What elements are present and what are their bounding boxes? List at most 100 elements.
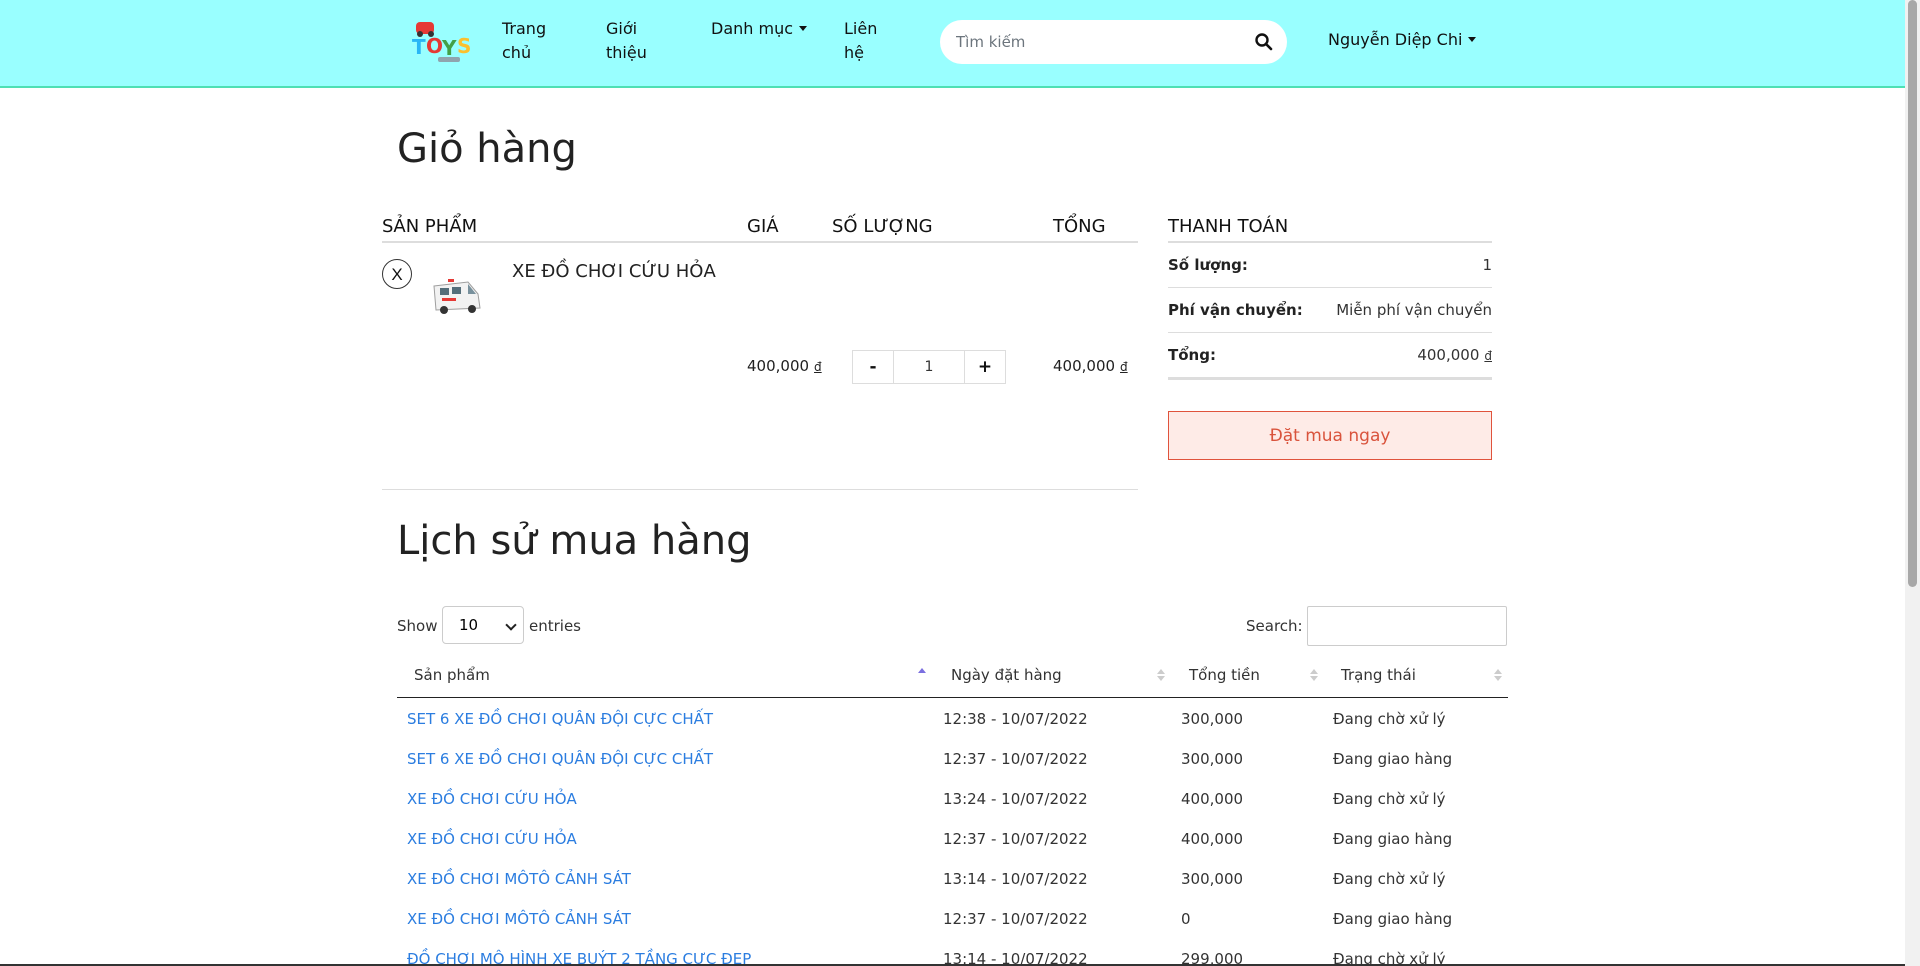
cart-title: Giỏ hàng [397, 126, 577, 172]
user-menu-dropdown[interactable]: Nguyễn Diệp Chi [1328, 30, 1477, 49]
search-box [940, 20, 1287, 64]
cart-header-price: GIÁ [747, 216, 779, 237]
search-icon[interactable] [1254, 32, 1274, 52]
checkout-title: THANH TOÁN [1168, 216, 1289, 237]
nav-home-link[interactable]: Trang chủ [502, 17, 546, 65]
nav-home-label-2: chủ [502, 43, 532, 62]
decrease-quantity-button[interactable]: - [853, 351, 893, 383]
show-label: Show [397, 617, 438, 635]
nav-about-label-2: thiệu [606, 43, 647, 62]
order-date: 13:14 - 10/07/2022 [943, 870, 1088, 888]
nav-contact-label-1: Liên [844, 19, 878, 38]
divider [397, 697, 1508, 698]
svg-text:Y: Y [441, 36, 457, 60]
increase-quantity-button[interactable]: + [965, 351, 1005, 383]
quantity-input[interactable] [893, 351, 965, 383]
divider [382, 489, 1138, 490]
cart-product-name[interactable]: XE ĐỒ CHƠI CỨU HỎA [512, 261, 716, 282]
sort-icon [1310, 669, 1318, 681]
nav-category-dropdown[interactable]: Danh mục [711, 17, 808, 41]
order-status: Đang chờ xử lý [1333, 950, 1446, 964]
remove-item-button[interactable]: X [382, 259, 412, 289]
table-row: XE ĐỒ CHƠI MÔTÔ CẢNH SÁT 12:37 - 10/07/2… [397, 900, 1508, 940]
price-value: 400,000 [747, 357, 810, 375]
order-product-link[interactable]: SET 6 XE ĐỒ CHƠI QUÂN ĐỘI CỰC CHẤT [407, 710, 713, 728]
order-total: 300,000 [1181, 870, 1244, 888]
caret-down-icon [799, 26, 808, 31]
order-date: 13:24 - 10/07/2022 [943, 790, 1088, 808]
summary-total-label: Tổng: [1168, 346, 1216, 364]
nav-contact-link[interactable]: Liên hệ [844, 17, 877, 65]
order-status: Đang giao hàng [1333, 750, 1453, 768]
svg-text:T: T [412, 35, 426, 59]
order-total: 400,000 [1181, 830, 1244, 848]
nav-about-link[interactable]: Giới thiệu [606, 17, 647, 65]
nav-contact-label-2: hệ [844, 43, 864, 62]
column-header-total[interactable]: Tổng tiền [1189, 666, 1260, 684]
svg-text:O: O [426, 34, 443, 58]
summary-quantity-value: 1 [1482, 256, 1492, 274]
cart-item-total: 400,000 đ [1053, 357, 1128, 375]
sort-icon [1494, 669, 1502, 681]
order-total: 400,000 [1181, 790, 1244, 808]
order-total: 299,000 [1181, 950, 1244, 964]
order-total: 300,000 [1181, 750, 1244, 768]
toys-logo[interactable]: T O Y S [410, 20, 484, 64]
order-status: Đang chờ xử lý [1333, 710, 1446, 728]
order-product-link[interactable]: XE ĐỒ CHƠI CỨU HỎA [407, 790, 577, 808]
column-header-order-date[interactable]: Ngày đặt hàng [951, 666, 1062, 684]
table-search-label: Search: [1246, 617, 1303, 635]
entries-label: entries [529, 617, 581, 635]
table-search-input[interactable] [1307, 606, 1507, 646]
cart-header-product: SẢN PHẨM [382, 216, 478, 237]
order-product-link[interactable]: ĐỒ CHƠI MÔ HÌNH XE BUÝT 2 TẦNG CỰC ĐẸP [407, 950, 751, 964]
sort-icon [1157, 669, 1165, 681]
summary-shipping-label: Phí vận chuyển: [1168, 301, 1303, 319]
summary-quantity-row: Số lượng: 1 [1168, 243, 1492, 288]
summary-shipping-row: Phí vận chuyển: Miễn phí vận chuyển [1168, 288, 1492, 333]
order-date: 12:37 - 10/07/2022 [943, 830, 1088, 848]
svg-text:S: S [457, 34, 471, 58]
order-date: 12:37 - 10/07/2022 [943, 750, 1088, 768]
column-header-status[interactable]: Trạng thái [1341, 666, 1416, 684]
summary-total-amount: 400,000 [1417, 346, 1480, 364]
divider [382, 241, 1138, 243]
cart-item-price: 400,000 đ [747, 357, 822, 375]
order-product-link[interactable]: XE ĐỒ CHƠI MÔTÔ CẢNH SÁT [407, 910, 631, 928]
product-thumbnail[interactable] [428, 272, 486, 320]
order-product-link[interactable]: XE ĐỒ CHƠI CỨU HỎA [407, 830, 577, 848]
summary-total-row: Tổng: 400,000 đ [1168, 333, 1492, 380]
order-status: Đang giao hàng [1333, 910, 1453, 928]
order-product-link[interactable]: SET 6 XE ĐỒ CHƠI QUÂN ĐỘI CỰC CHẤT [407, 750, 713, 768]
quantity-stepper: - + [852, 350, 1006, 384]
order-date: 13:14 - 10/07/2022 [943, 950, 1088, 964]
cart-header-total: TỔNG [1053, 216, 1106, 237]
order-status: Đang giao hàng [1333, 830, 1453, 848]
table-row: XE ĐỒ CHƠI CỨU HỎA 13:24 - 10/07/2022 40… [397, 780, 1508, 820]
order-status: Đang chờ xử lý [1333, 790, 1446, 808]
table-row: SET 6 XE ĐỒ CHƠI QUÂN ĐỘI CỰC CHẤT 12:38… [397, 700, 1508, 740]
order-status: Đang chờ xử lý [1333, 870, 1446, 888]
currency-symbol: đ [1120, 360, 1128, 374]
nav-category-label: Danh mục [711, 19, 794, 38]
column-header-product[interactable]: Sản phẩm [414, 666, 490, 684]
total-value: 400,000 [1053, 357, 1116, 375]
order-product-link[interactable]: XE ĐỒ CHƠI MÔTÔ CẢNH SÁT [407, 870, 631, 888]
table-row: ĐỒ CHƠI MÔ HÌNH XE BUÝT 2 TẦNG CỰC ĐẸP 1… [397, 940, 1508, 964]
user-name: Nguyễn Diệp Chi [1328, 30, 1463, 49]
table-row: XE ĐỒ CHƠI MÔTÔ CẢNH SÁT 13:14 - 10/07/2… [397, 860, 1508, 900]
order-total: 0 [1181, 910, 1191, 928]
search-input[interactable] [956, 30, 1236, 54]
order-now-button[interactable]: Đặt mua ngay [1168, 411, 1492, 460]
navbar: T O Y S Trang chủ Giới thiệu Danh mục Li… [0, 0, 1905, 88]
table-row: SET 6 XE ĐỒ CHƠI QUÂN ĐỘI CỰC CHẤT 12:37… [397, 740, 1508, 780]
summary-quantity-label: Số lượng: [1168, 256, 1248, 274]
summary-shipping-value: Miễn phí vận chuyển [1336, 301, 1492, 319]
order-date: 12:37 - 10/07/2022 [943, 910, 1088, 928]
scrollbar-thumb[interactable] [1908, 0, 1917, 587]
history-title: Lịch sử mua hàng [397, 518, 752, 564]
currency-symbol: đ [1484, 349, 1492, 363]
nav-home-label-1: Trang [502, 19, 547, 38]
sort-ascending-icon [918, 668, 926, 673]
caret-down-icon [1468, 37, 1477, 42]
